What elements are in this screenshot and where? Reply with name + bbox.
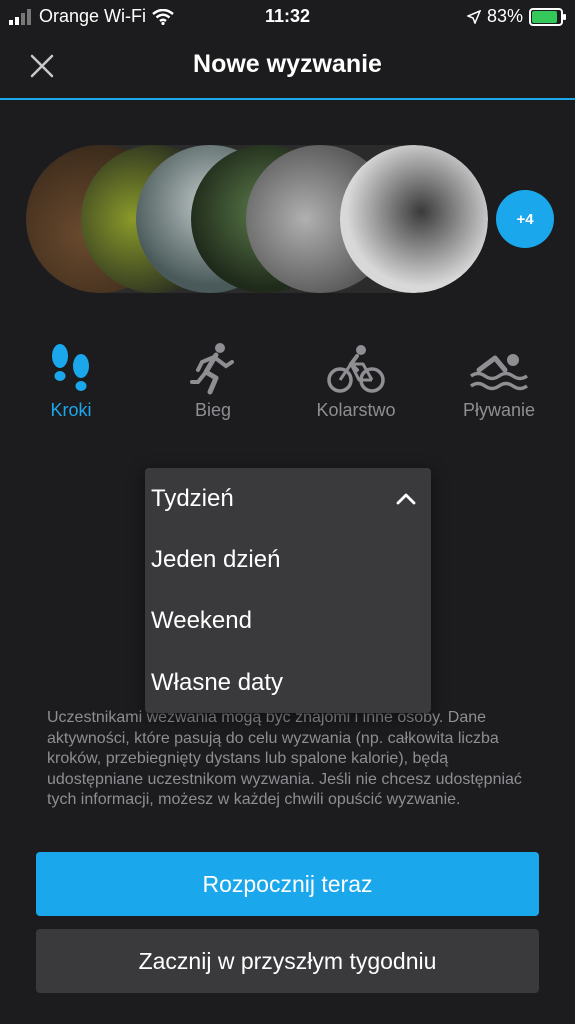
runner-icon bbox=[190, 343, 234, 395]
chevron-up-icon[interactable] bbox=[395, 488, 417, 510]
location-arrow-icon bbox=[466, 9, 481, 24]
activity-label: Kolarstwo bbox=[316, 400, 396, 420]
participant-avatars bbox=[26, 145, 488, 293]
activity-cycling[interactable]: Kolarstwo bbox=[286, 340, 426, 421]
activity-run[interactable]: Bieg bbox=[143, 340, 283, 421]
activity-label: Kroki bbox=[50, 400, 92, 420]
activity-swimming[interactable]: Pływanie bbox=[429, 340, 569, 421]
start-next-week-button[interactable]: Zacznij w przyszłym tygodniu bbox=[36, 929, 539, 993]
sharing-info-text: Uczestnikami wezwania mogą być znajomi i… bbox=[47, 709, 522, 808]
status-bar: Orange Wi-Fi 11:32 83% bbox=[0, 0, 575, 34]
swimmer-icon bbox=[469, 354, 529, 391]
battery-icon bbox=[529, 7, 566, 26]
start-now-button[interactable]: Rozpocznij teraz bbox=[36, 852, 539, 916]
footprints-icon bbox=[52, 344, 89, 391]
avatar bbox=[340, 145, 488, 293]
bicycle-icon bbox=[327, 345, 385, 393]
dropdown-selected-label: Tydzień bbox=[151, 485, 234, 512]
nav-bar: Nowe wyzwanie bbox=[0, 34, 575, 100]
activity-label: Pływanie bbox=[462, 400, 536, 420]
page-title: Nowe wyzwanie bbox=[193, 50, 382, 78]
dropdown-option-custom-dates[interactable]: Własne daty bbox=[151, 653, 283, 713]
dropdown-option-weekend[interactable]: Weekend bbox=[151, 591, 252, 651]
activity-label: Bieg bbox=[194, 400, 232, 420]
activity-selector: Kroki Bieg Kolarstwo Pływanie bbox=[0, 340, 575, 430]
dropdown-selected[interactable]: Tydzień bbox=[151, 469, 425, 529]
activity-steps[interactable]: Kroki bbox=[1, 340, 141, 421]
dropdown-option-one-day[interactable]: Jeden dzień bbox=[151, 530, 280, 590]
more-participants-badge[interactable]: +4 bbox=[496, 190, 554, 248]
status-right: 83% bbox=[466, 6, 566, 27]
battery-percent: 83% bbox=[486, 6, 523, 26]
duration-dropdown[interactable]: Tydzień Jeden dzień Weekend Własne daty bbox=[145, 468, 431, 713]
